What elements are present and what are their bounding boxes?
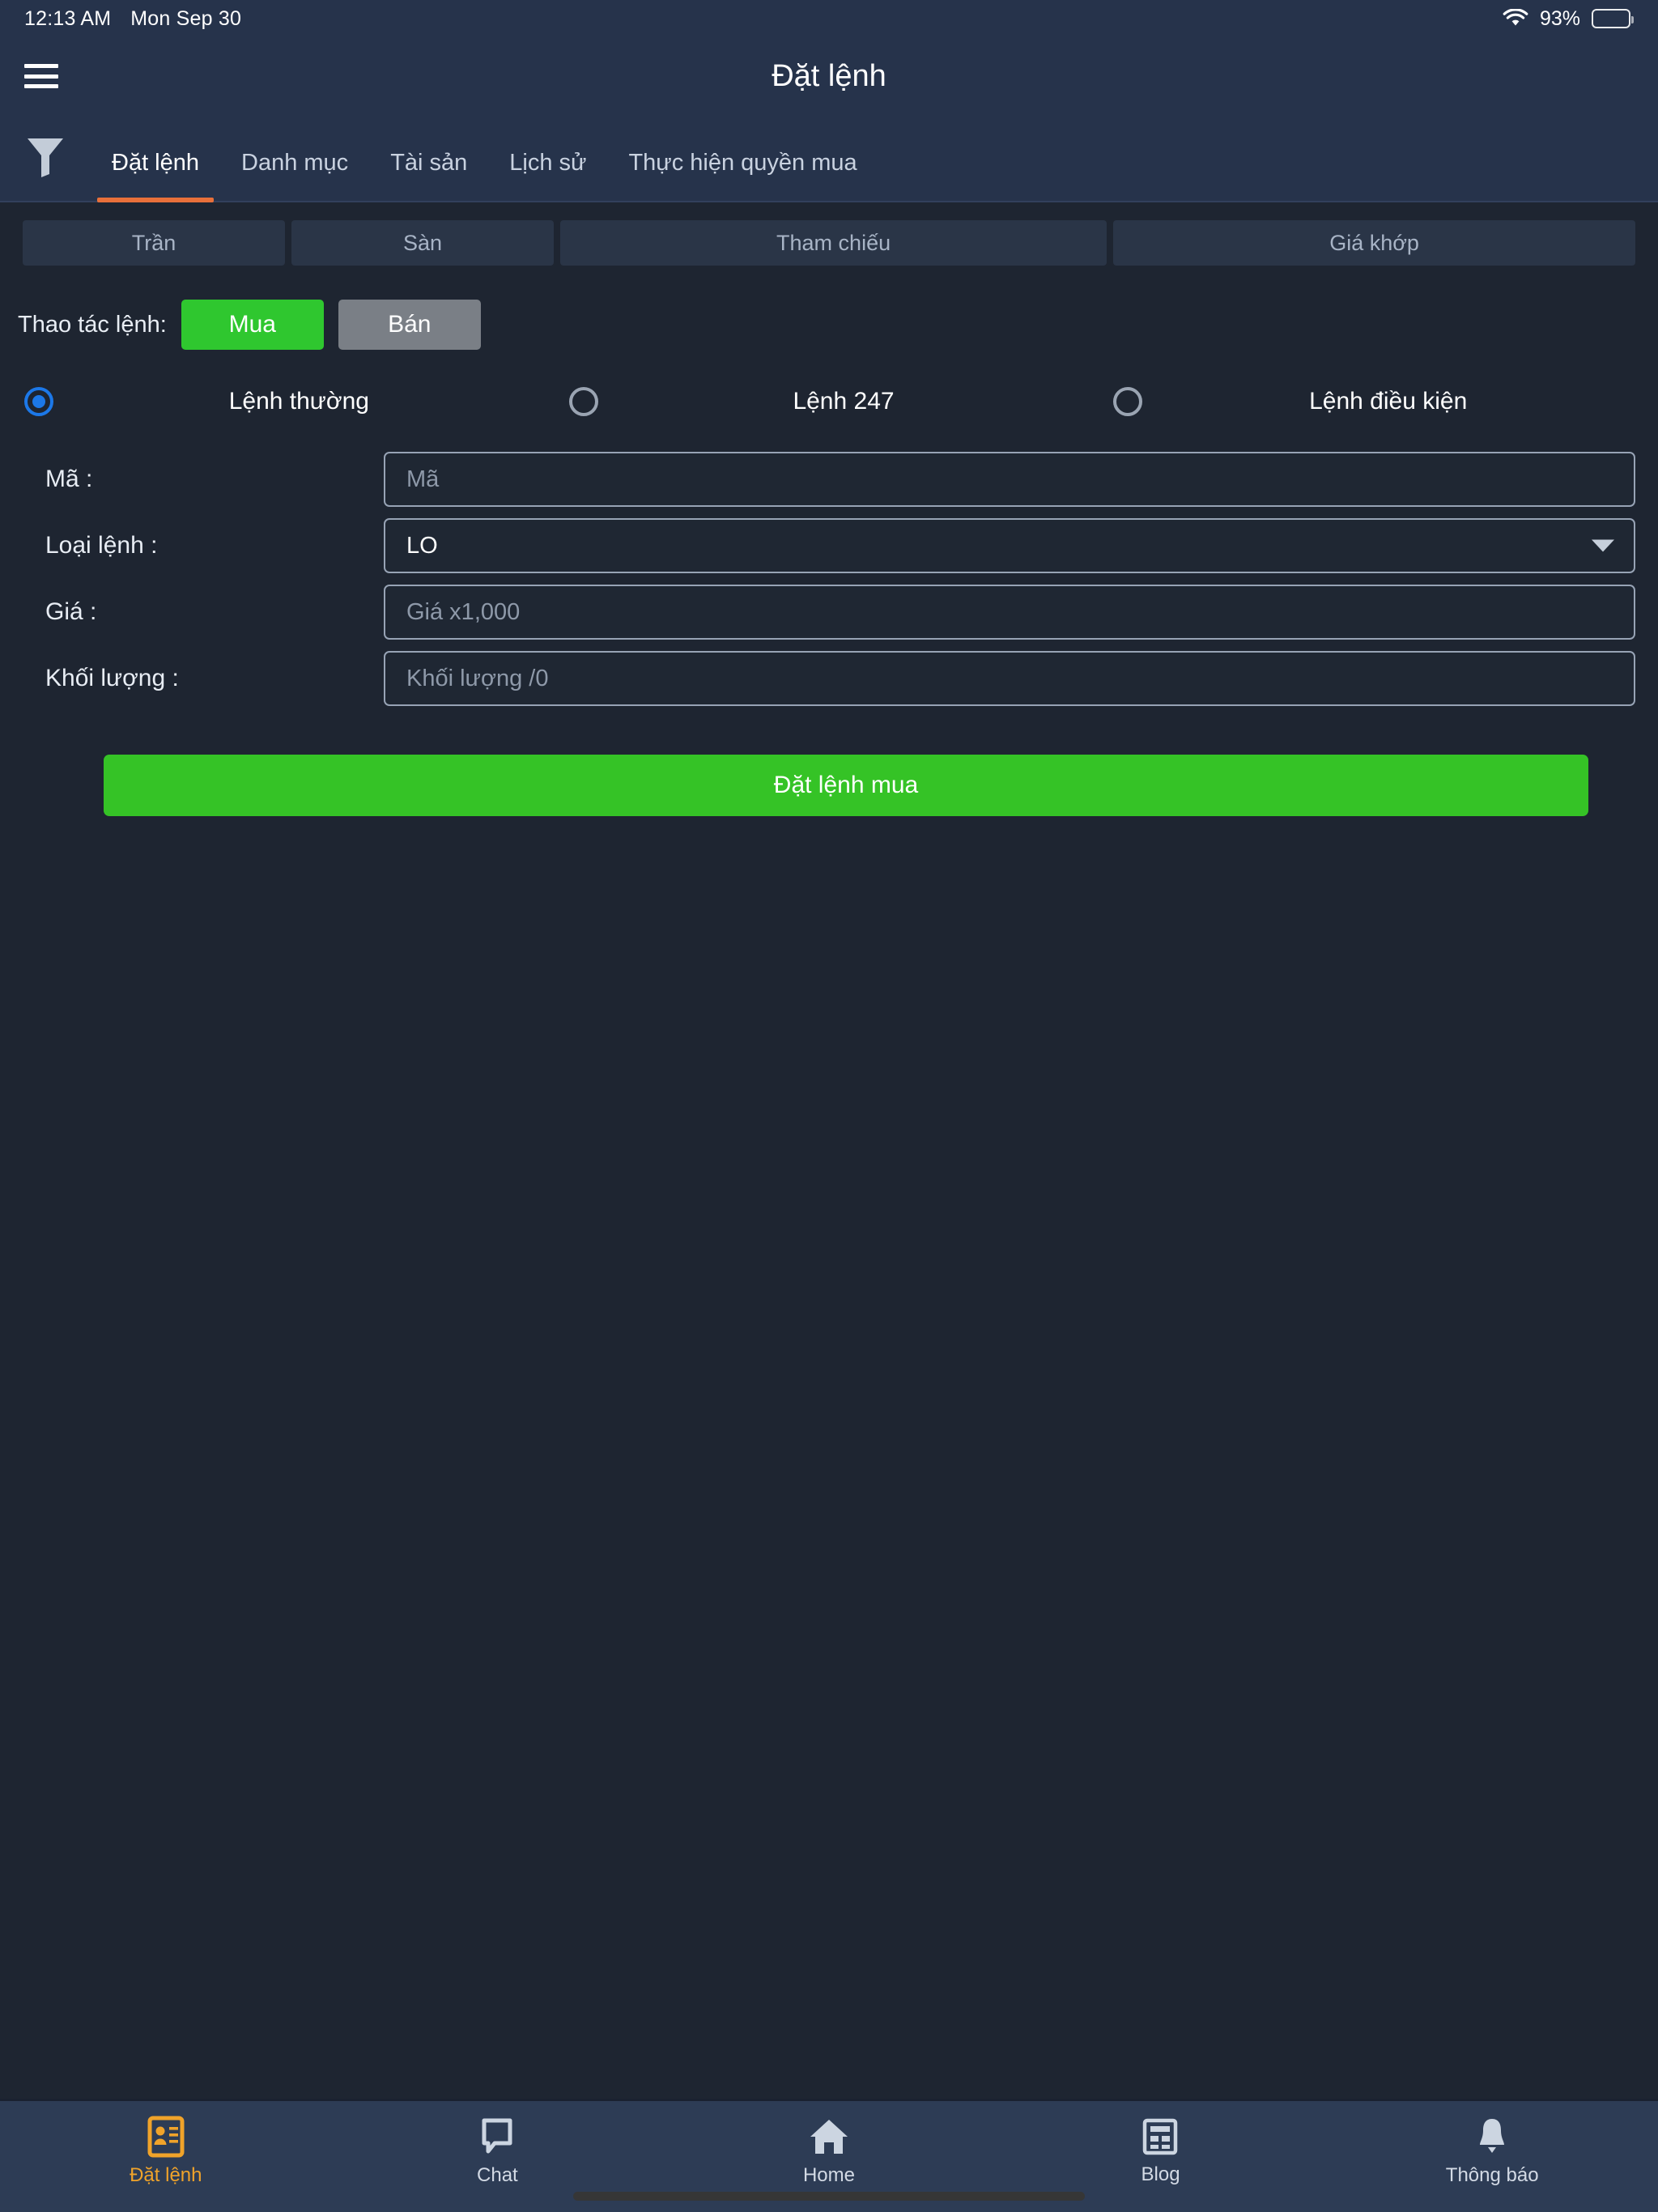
id-card-icon: [147, 2116, 185, 2157]
status-time: 12:13 AM: [24, 6, 112, 30]
tab-dat-lenh[interactable]: Đặt lệnh: [91, 150, 220, 202]
radio-button-icon: [24, 387, 53, 416]
tab-tai-san[interactable]: Tài sản: [369, 150, 488, 201]
order-type-select[interactable]: [384, 518, 1635, 573]
chat-bubble-icon: [482, 2118, 512, 2153]
status-bar: 12:13 AM Mon Sep 30 93%: [0, 0, 1658, 37]
price-cell-san[interactable]: Sàn: [291, 220, 554, 266]
filter-funnel-icon: [28, 138, 63, 177]
newspaper-icon: [1142, 2118, 1177, 2155]
price-cell-tran[interactable]: Trần: [23, 220, 285, 266]
nav-item-dat-lenh[interactable]: Đặt lệnh: [0, 2101, 332, 2212]
nav-label-dat-lenh: Đặt lệnh: [130, 2163, 202, 2186]
radio-button-icon: [1113, 387, 1143, 416]
order-form: Mã : Loại lệnh : Giá : Khối lượng :: [0, 416, 1658, 717]
radio-lenh-thuong-label: Lệnh thường: [228, 388, 369, 415]
order-type-label: Loại lệnh :: [45, 532, 158, 559]
wifi-icon: [1503, 9, 1528, 26]
form-row-price: Giá :: [0, 585, 1658, 640]
price-cell-tham-chieu[interactable]: Tham chiếu: [560, 220, 1107, 266]
symbol-input[interactable]: [384, 452, 1635, 507]
home-indicator: [573, 2192, 1085, 2201]
sell-button[interactable]: Bán: [338, 300, 481, 350]
status-bar-left: 12:13 AM Mon Sep 30: [24, 7, 241, 31]
nav-item-thong-bao[interactable]: Thông báo: [1326, 2101, 1658, 2212]
submit-area: Đặt lệnh mua: [0, 717, 1658, 816]
bell-icon: [1480, 2118, 1505, 2153]
order-action-label: Thao tác lệnh:: [18, 311, 167, 338]
home-icon: [810, 2119, 848, 2154]
status-date: Mon Sep 30: [130, 6, 242, 30]
nav-label-thong-bao: Thông báo: [1445, 2163, 1539, 2186]
filter-button[interactable]: [0, 113, 91, 201]
app-header: Đặt lệnh: [0, 37, 1658, 115]
form-row-symbol: Mã :: [0, 452, 1658, 507]
buy-button[interactable]: Mua: [181, 300, 324, 350]
radio-lenh-dieu-kien[interactable]: Lệnh điều kiện: [1113, 387, 1658, 416]
radio-lenh-247[interactable]: Lệnh 247: [568, 387, 1114, 416]
radio-lenh-thuong[interactable]: Lệnh thường: [0, 387, 569, 416]
tab-bar: Đặt lệnh Danh mục Tài sản Lịch sử Thực h…: [0, 115, 1658, 202]
hamburger-menu-icon[interactable]: [24, 64, 58, 88]
tab-danh-muc[interactable]: Danh mục: [220, 150, 369, 201]
status-bar-right: 93%: [1503, 6, 1634, 31]
order-type-radio-group: Lệnh thường Lệnh 247 Lệnh điều kiện: [0, 350, 1658, 416]
battery-icon: [1592, 9, 1634, 28]
nav-label-blog: Blog: [1141, 2163, 1180, 2185]
page-title: Đặt lệnh: [772, 58, 886, 93]
app-screen: 12:13 AM Mon Sep 30 93% Đặt lệnh Đặt lện…: [0, 0, 1658, 2212]
battery-percent-label: 93%: [1539, 6, 1580, 30]
radio-lenh-dieu-kien-label: Lệnh điều kiện: [1309, 388, 1468, 415]
bottom-navigation-bar: Đặt lệnh Chat Home Blog Thông báo: [0, 2099, 1658, 2212]
volume-input[interactable]: [384, 651, 1635, 706]
radio-button-icon: [568, 387, 598, 416]
place-buy-order-button[interactable]: Đặt lệnh mua: [104, 755, 1588, 816]
order-action-row: Thao tác lệnh: Mua Bán: [0, 266, 1658, 350]
order-type-select-wrap: [384, 518, 1635, 573]
symbol-label: Mã :: [45, 466, 93, 492]
price-cell-gia-khop[interactable]: Giá khớp: [1113, 220, 1635, 266]
price-input[interactable]: [384, 585, 1635, 640]
volume-label: Khối lượng :: [45, 665, 179, 691]
price-label: Giá :: [45, 598, 97, 625]
tab-list: Đặt lệnh Danh mục Tài sản Lịch sử Thực h…: [91, 113, 878, 202]
tab-lich-su[interactable]: Lịch sử: [488, 150, 607, 201]
price-summary-row: Trần Sàn Tham chiếu Giá khớp: [0, 202, 1658, 266]
form-row-volume: Khối lượng :: [0, 651, 1658, 706]
form-row-order-type: Loại lệnh :: [0, 518, 1658, 573]
nav-label-home: Home: [802, 2163, 855, 2186]
nav-label-chat: Chat: [477, 2163, 518, 2186]
tab-thuc-hien-quyen-mua[interactable]: Thực hiện quyền mua: [607, 150, 878, 201]
radio-lenh-247-label: Lệnh 247: [793, 388, 895, 415]
